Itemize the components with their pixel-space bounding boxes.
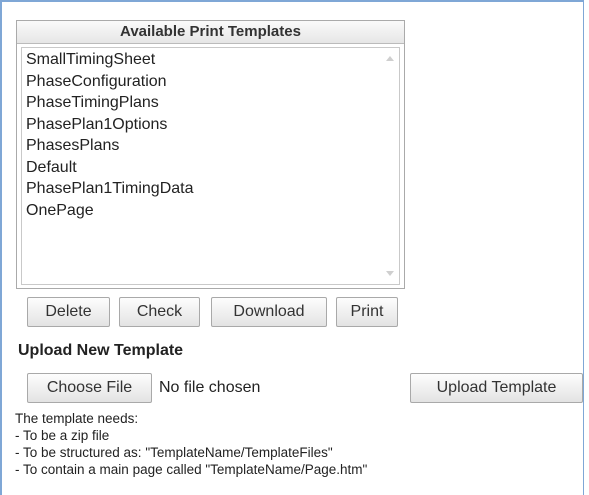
template-item-phases-plans[interactable]: PhasesPlans bbox=[26, 135, 399, 157]
file-status-text: No file chosen bbox=[159, 379, 261, 396]
template-list: SmallTimingSheet PhaseConfiguration Phas… bbox=[22, 48, 399, 221]
check-button[interactable]: Check bbox=[119, 297, 200, 327]
template-item-phase-configuration[interactable]: PhaseConfiguration bbox=[26, 71, 399, 93]
requirement-main-page: - To contain a main page called "Templat… bbox=[15, 462, 368, 477]
upload-section-title: Upload New Template bbox=[18, 342, 184, 359]
scroll-down-arrow-icon[interactable] bbox=[386, 271, 394, 276]
requirement-structure: - To be structured as: "TemplateName/Tem… bbox=[15, 445, 333, 460]
template-item-phase-plan1-timing-data[interactable]: PhasePlan1TimingData bbox=[26, 178, 399, 200]
choose-file-button[interactable]: Choose File bbox=[27, 373, 152, 403]
upload-template-button[interactable]: Upload Template bbox=[410, 373, 583, 403]
requirements-intro: The template needs: bbox=[15, 411, 139, 426]
delete-button[interactable]: Delete bbox=[27, 297, 110, 327]
print-button[interactable]: Print bbox=[336, 297, 398, 327]
templates-panel-header: Available Print Templates bbox=[17, 21, 404, 44]
scroll-up-arrow-icon[interactable] bbox=[386, 56, 394, 61]
template-item-phase-timing-plans[interactable]: PhaseTimingPlans bbox=[26, 92, 399, 114]
template-listbox[interactable]: SmallTimingSheet PhaseConfiguration Phas… bbox=[21, 47, 400, 285]
template-list-scrollbar[interactable] bbox=[382, 48, 399, 284]
template-item-one-page[interactable]: OnePage bbox=[26, 200, 399, 222]
templates-panel: Available Print Templates SmallTimingShe… bbox=[16, 20, 405, 289]
template-requirements: The template needs: - To be a zip file -… bbox=[15, 410, 367, 478]
template-item-default[interactable]: Default bbox=[26, 157, 399, 179]
template-item-small-timing-sheet[interactable]: SmallTimingSheet bbox=[26, 49, 399, 71]
template-item-phase-plan1-options[interactable]: PhasePlan1Options bbox=[26, 114, 399, 136]
requirement-zip: - To be a zip file bbox=[15, 428, 110, 443]
download-button[interactable]: Download bbox=[211, 297, 327, 327]
